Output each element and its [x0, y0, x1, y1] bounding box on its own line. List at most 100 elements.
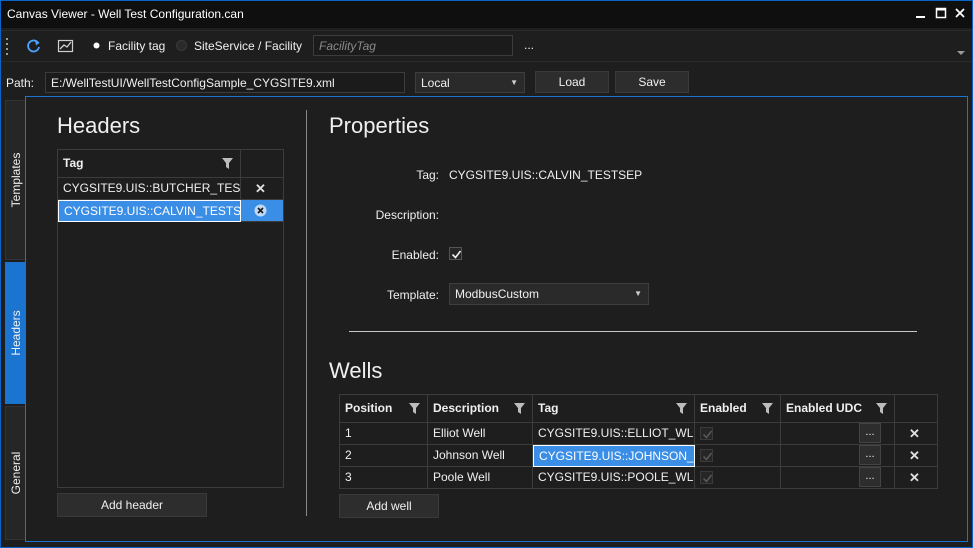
delete-icon[interactable]: ✕: [909, 423, 920, 444]
tab-headers[interactable]: Headers: [5, 262, 26, 404]
checkmark-icon: [702, 430, 713, 439]
well-udc-cell: ...: [781, 467, 895, 489]
well-description[interactable]: Elliot Well: [428, 423, 533, 445]
template-label: Template:: [386, 288, 439, 302]
chevron-down-icon: ▼: [634, 289, 642, 298]
headers-title: Headers: [57, 113, 141, 138]
filter-icon[interactable]: [222, 158, 233, 169]
well-enabled-checkbox[interactable]: [700, 427, 713, 440]
template-select[interactable]: ModbusCustom ▼: [449, 283, 649, 305]
tab-general[interactable]: General: [5, 406, 26, 540]
well-enabled-cell: [695, 445, 781, 467]
header-row-tag-selected[interactable]: CYGSITE9.UIS::CALVIN_TESTSEP: [58, 200, 241, 222]
toolbar-grip-icon[interactable]: [6, 38, 9, 55]
chart-icon: [57, 39, 74, 53]
close-button[interactable]: [951, 4, 969, 22]
filter-icon[interactable]: [876, 403, 887, 414]
facility-browse-button[interactable]: ...: [520, 37, 538, 55]
well-tag[interactable]: CYGSITE9.UIS::POOLE_WL: [533, 467, 695, 489]
well-position[interactable]: 2: [340, 445, 428, 467]
header-row-delete-cell-selected: [241, 200, 283, 222]
tag-label: Tag:: [416, 168, 439, 182]
radio-selected-dot-icon: [93, 42, 100, 49]
well-tag-selected[interactable]: CYGSITE9.UIS::JOHNSON_WL: [533, 445, 695, 467]
udc-browse-button[interactable]: ...: [859, 445, 881, 465]
location-select[interactable]: Local ▼: [415, 72, 525, 93]
well-delete-cell: ✕: [895, 445, 937, 467]
chart-button[interactable]: [56, 36, 76, 56]
column-header-enabled[interactable]: Enabled: [695, 395, 781, 423]
facility-tag-input[interactable]: FacilityTag: [313, 35, 513, 56]
well-udc-cell: ...: [781, 445, 895, 467]
tab-general-label: General: [8, 451, 23, 495]
enabled-label: Enabled:: [391, 248, 439, 262]
radio-facility-tag[interactable]: [91, 40, 102, 51]
properties-title: Properties: [329, 113, 430, 138]
radio-siteservice[interactable]: [176, 40, 187, 51]
tab-templates[interactable]: Templates: [5, 100, 26, 260]
udc-browse-button[interactable]: ...: [859, 423, 881, 443]
well-position[interactable]: 3: [340, 467, 428, 489]
maximize-icon: [935, 7, 947, 19]
well-tag[interactable]: CYGSITE9.UIS::ELLIOT_WL: [533, 423, 695, 445]
tab-headers-label: Headers: [8, 310, 23, 356]
radio-facility-tag-label[interactable]: Facility tag: [108, 39, 165, 53]
delete-icon[interactable]: ✕: [909, 445, 920, 466]
delete-icon[interactable]: ✕: [909, 467, 920, 488]
delete-circle-icon[interactable]: [254, 204, 267, 217]
well-enabled-checkbox[interactable]: [700, 449, 713, 462]
column-header-tag[interactable]: Tag: [58, 150, 241, 178]
close-icon: [955, 8, 965, 18]
column-header-description[interactable]: Description: [428, 395, 533, 423]
well-delete-cell: ✕: [895, 423, 937, 445]
checkmark-icon: [451, 250, 462, 259]
toolbar-overflow-button[interactable]: [955, 47, 967, 59]
save-button[interactable]: Save: [615, 71, 689, 93]
radio-siteservice-label[interactable]: SiteService / Facility: [194, 39, 302, 53]
template-select-value: ModbusCustom: [455, 287, 540, 301]
well-udc-cell: ...: [781, 423, 895, 445]
tab-templates-label: Templates: [8, 152, 23, 208]
minimize-icon: [916, 16, 925, 18]
panel-divider: [306, 110, 307, 516]
well-enabled-cell: [695, 423, 781, 445]
well-delete-cell: ✕: [895, 467, 937, 489]
minimize-button[interactable]: [912, 4, 930, 22]
maximize-button[interactable]: [932, 4, 950, 22]
refresh-button[interactable]: [24, 36, 44, 56]
load-button[interactable]: Load: [535, 71, 609, 93]
filter-icon[interactable]: [762, 403, 773, 414]
column-header-delete: [895, 395, 937, 423]
add-well-button[interactable]: Add well: [339, 494, 439, 518]
enabled-checkbox[interactable]: [449, 247, 462, 260]
column-header-tag-label: Tag: [538, 401, 559, 415]
filter-icon[interactable]: [514, 403, 525, 414]
column-header-position[interactable]: Position: [340, 395, 428, 423]
location-select-value: Local: [421, 76, 450, 90]
add-header-button[interactable]: Add header: [57, 493, 207, 517]
chevron-down-icon: [957, 51, 965, 55]
delete-icon[interactable]: ✕: [255, 178, 266, 199]
path-input[interactable]: E:/WellTestUI/WellTestConfigSample_CYGSI…: [45, 72, 405, 93]
filter-icon[interactable]: [676, 403, 687, 414]
filter-icon[interactable]: [409, 403, 420, 414]
column-header-tag[interactable]: Tag: [533, 395, 695, 423]
well-position[interactable]: 1: [340, 423, 428, 445]
column-header-enabled-udc[interactable]: Enabled UDC: [781, 395, 895, 423]
facility-tag-placeholder: FacilityTag: [319, 39, 376, 53]
path-label: Path:: [6, 76, 35, 90]
header-row-tag[interactable]: CYGSITE9.UIS::BUTCHER_TESTSEP: [58, 178, 241, 200]
well-enabled-checkbox[interactable]: [700, 471, 713, 484]
column-header-description-label: Description: [433, 401, 500, 415]
well-description[interactable]: Poole Well: [428, 467, 533, 489]
column-header-position-label: Position: [345, 401, 393, 415]
wells-title: Wells: [329, 358, 383, 383]
column-header-tag-label: Tag: [63, 156, 84, 170]
udc-browse-button[interactable]: ...: [859, 467, 881, 487]
headers-grid: Tag CYGSITE9.UIS::BUTCHER_TESTSEP ✕ CYGS…: [57, 149, 284, 488]
header-row-delete-cell: ✕: [241, 178, 283, 200]
column-header-enabled-label: Enabled: [700, 401, 747, 415]
well-description[interactable]: Johnson Well: [428, 445, 533, 467]
chevron-down-icon: ▼: [510, 78, 518, 87]
checkmark-icon: [702, 452, 713, 461]
